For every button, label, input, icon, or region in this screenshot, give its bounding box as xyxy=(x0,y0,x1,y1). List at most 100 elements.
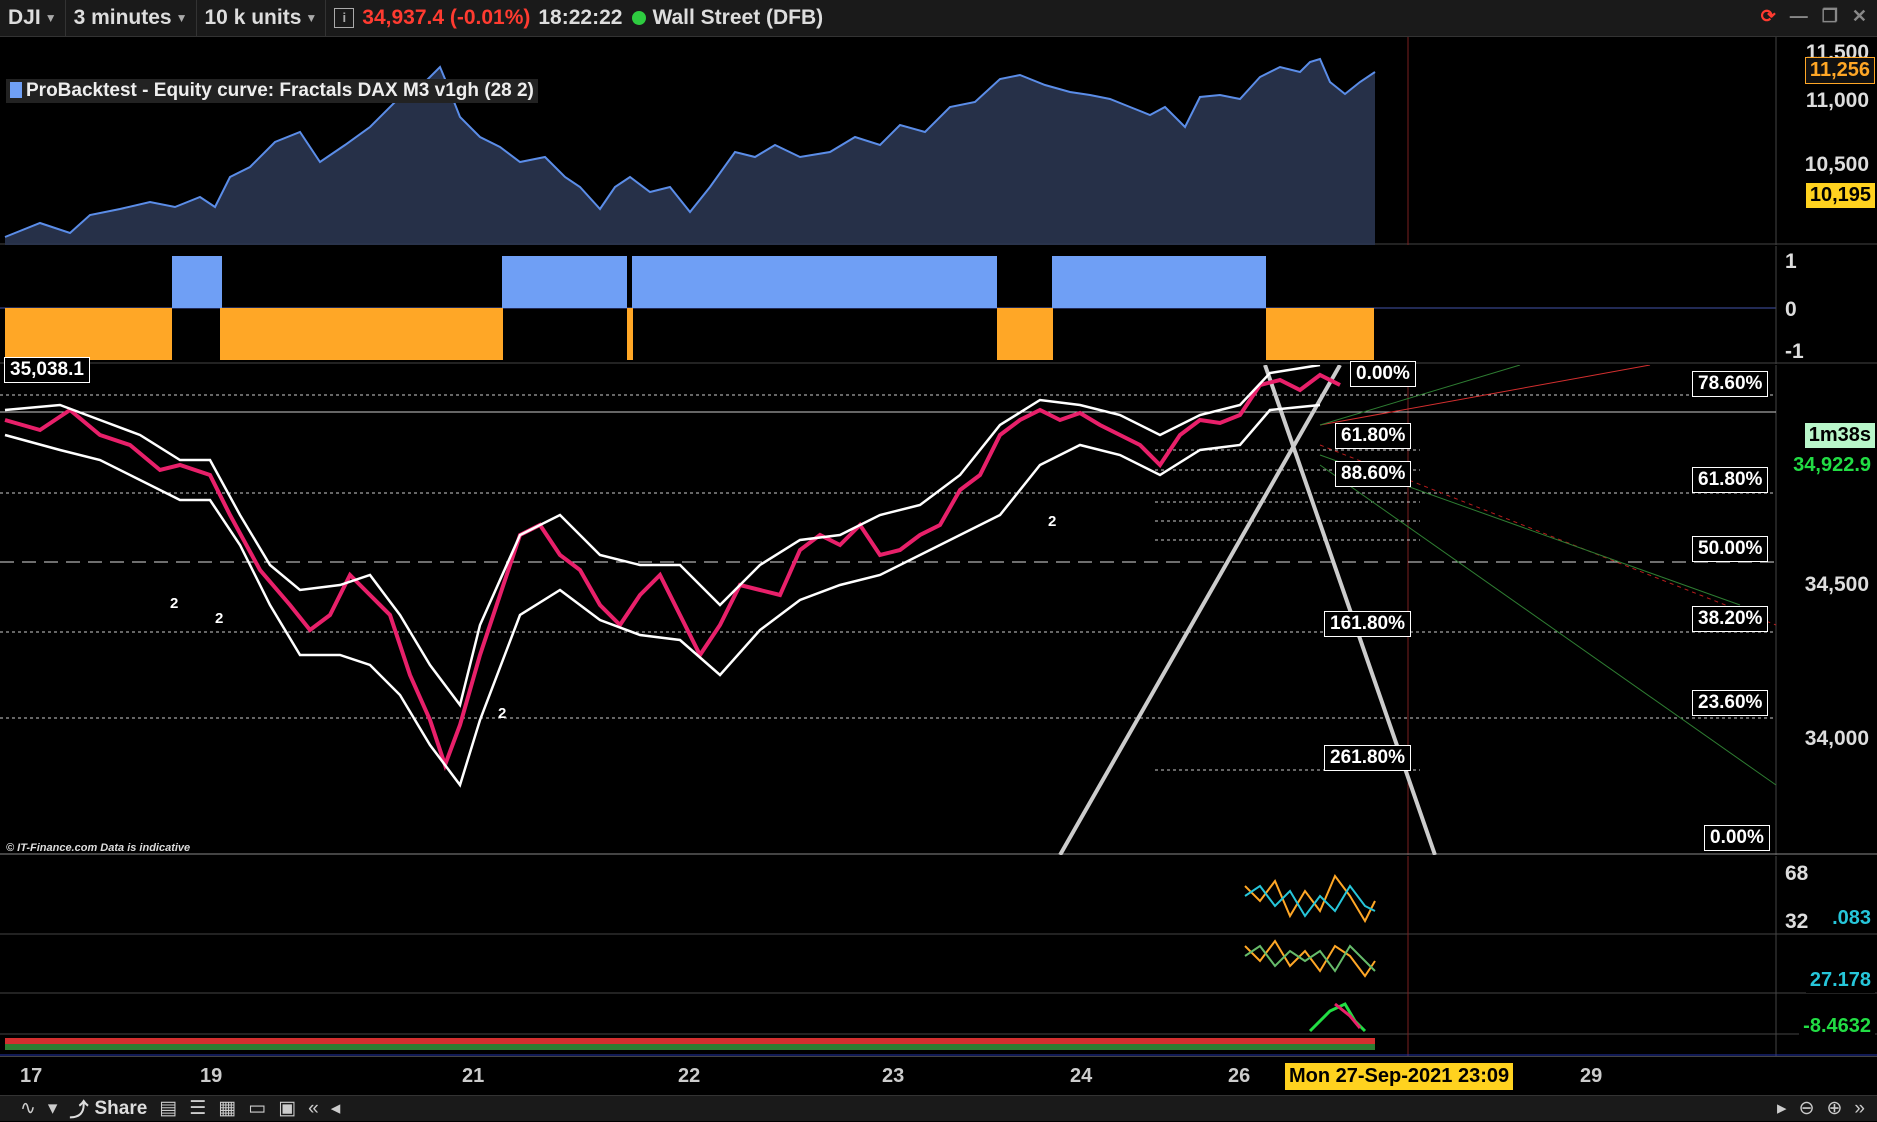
price-pane[interactable]: 35,038.1 0.00% 61.80% 88.60% 161.80% 261… xyxy=(0,357,1877,855)
equity-low-badge: 10,195 xyxy=(1805,183,1875,208)
osc1-axis-tick: 68 xyxy=(1785,862,1809,885)
grid-icon[interactable]: ▦ xyxy=(218,1097,236,1120)
osc2-value: 27.178 xyxy=(1805,968,1875,993)
list-icon[interactable]: ☰ xyxy=(189,1097,206,1120)
equity-curve-pane[interactable]: ProBacktest - Equity curve: Fractals DAX… xyxy=(0,37,1877,245)
time-tick: 17 xyxy=(20,1065,43,1087)
left-arrow-icon[interactable]: ◂ xyxy=(331,1097,341,1120)
position-pane[interactable]: 1 0 -1 xyxy=(0,246,1877,364)
share-label: Share xyxy=(94,1097,148,1119)
fib-level-label: 0.00% xyxy=(1350,361,1416,387)
symbol-select[interactable]: DJI ▼ xyxy=(0,0,66,36)
signal-mark: 2 xyxy=(215,610,224,627)
units-select[interactable]: 10 k units ▼ xyxy=(197,0,327,36)
top-toolbar: DJI ▼ 3 minutes ▼ 10 k units ▼ i 34,937.… xyxy=(0,0,1877,37)
upper-band xyxy=(4,365,1321,708)
indicator-panes[interactable]: 68 32 .083 27.178 -8.4632 xyxy=(0,856,1877,1056)
restore-icon[interactable]: ❐ xyxy=(1822,6,1838,27)
close-icon[interactable]: ✕ xyxy=(1852,6,1867,27)
fib-right-label: 50.00% xyxy=(1692,536,1769,562)
position-chart xyxy=(0,246,1877,364)
fib-level-label: 261.80% xyxy=(1324,745,1412,771)
window-controls: ⟳ — ❐ ✕ xyxy=(1761,6,1867,27)
short-block xyxy=(997,308,1053,360)
price-axis-tick: 34,500 xyxy=(1804,573,1869,596)
fib-level-label: 61.80% xyxy=(1335,423,1412,449)
market-name: Wall Street (DFB) xyxy=(652,6,824,29)
copyright-text: © IT-Finance.com Data is indicative xyxy=(6,842,191,854)
indicator-icon[interactable]: ∿ xyxy=(20,1097,36,1120)
short-block xyxy=(220,308,503,360)
refresh-alert-icon[interactable]: ⟳ xyxy=(1761,6,1776,27)
fib-level-label: 161.80% xyxy=(1324,611,1412,637)
time-tick: 29 xyxy=(1580,1065,1603,1087)
fib-right-label: 23.60% xyxy=(1692,690,1769,716)
share-icon: ⤴ xyxy=(69,1100,89,1121)
indicator-charts xyxy=(0,856,1877,1056)
scroll-right-icon[interactable]: » xyxy=(1854,1098,1865,1120)
bell-icon[interactable] xyxy=(4,351,24,371)
info-icon[interactable]: i xyxy=(334,8,355,28)
series-color-icon xyxy=(10,82,22,98)
time-axis: 17 19 21 22 23 24 26 29 Mon 27-Sep-2021 … xyxy=(0,1056,1877,1095)
long-block xyxy=(172,256,222,308)
price-axis-tick: 34,000 xyxy=(1804,727,1869,750)
equity-current-badge: 11,256 xyxy=(1804,57,1875,84)
position-axis-tick: -1 xyxy=(1785,340,1804,363)
scroll-left-icon[interactable]: « xyxy=(308,1098,319,1120)
last-price-badge: 34,922.9 xyxy=(1789,453,1875,478)
chevron-down-icon[interactable]: ▾ xyxy=(48,1097,58,1120)
units-label: 10 k units xyxy=(204,6,302,29)
fib-right-label: 0.00% xyxy=(1704,825,1770,851)
fib-right-label: 78.60% xyxy=(1692,371,1769,397)
osc1-axis-tick: 32 xyxy=(1785,910,1809,933)
right-arrow-icon[interactable]: ▸ xyxy=(1777,1097,1787,1120)
market-open-icon xyxy=(632,11,647,25)
minimize-icon[interactable]: — xyxy=(1790,6,1808,27)
chevron-down-icon: ▼ xyxy=(175,11,188,25)
bottom-toolbar: ∿ ▾ ⤴ Share ▤ ☰ ▦ ▭ ▣ « ◂ ▸ ⊖ ⊕ » xyxy=(0,1095,1877,1121)
chevron-down-icon: ▼ xyxy=(44,11,57,25)
osc3-value: -8.4632 xyxy=(1799,1014,1875,1039)
time-tick: 26 xyxy=(1228,1065,1251,1087)
zoom-in-icon[interactable]: ⊕ xyxy=(1827,1097,1843,1120)
last-price-change: 34,937.4 (-0.01%) xyxy=(362,6,531,29)
time-tick: 23 xyxy=(882,1065,905,1087)
quote-info: i 34,937.4 (-0.01%) 18:22:22 Wall Street… xyxy=(326,0,831,36)
time-tick: 22 xyxy=(678,1065,701,1087)
position-axis-tick: 0 xyxy=(1785,298,1797,321)
timeframe-select[interactable]: 3 minutes ▼ xyxy=(66,0,197,36)
volume-bars-green xyxy=(5,1044,1375,1050)
short-block xyxy=(1266,308,1374,360)
osc1-line-2 xyxy=(1244,884,1376,918)
position-axis-tick: 1 xyxy=(1785,250,1797,273)
share-button[interactable]: ⤴ Share xyxy=(69,1095,147,1122)
fib-right-label: 38.20% xyxy=(1692,606,1769,632)
signal-mark: 2 xyxy=(1048,513,1057,530)
short-block xyxy=(5,308,172,360)
screen-icon[interactable]: ▭ xyxy=(248,1097,266,1120)
zoom-out-icon[interactable]: ⊖ xyxy=(1799,1097,1815,1120)
equity-title-text: ProBacktest - Equity curve: Fractals DAX… xyxy=(26,80,534,101)
equity-axis-tick: 10,500 xyxy=(1804,153,1869,176)
signal-mark: 2 xyxy=(498,705,507,722)
candle-timer: 1m38s xyxy=(1804,423,1875,448)
layout-icon[interactable]: ▣ xyxy=(278,1097,296,1120)
fib-level-label: 88.60% xyxy=(1335,461,1412,487)
osc1-line xyxy=(1244,874,1376,924)
equity-curve-chart xyxy=(0,37,1877,245)
osc3-line xyxy=(1308,1002,1367,1033)
lower-band xyxy=(4,403,1321,788)
fib-right-label: 61.80% xyxy=(1692,467,1769,493)
price-line xyxy=(4,372,1341,771)
document-icon[interactable]: ▤ xyxy=(159,1097,177,1120)
long-block xyxy=(502,256,627,308)
osc1-value: .083 xyxy=(1828,906,1875,931)
clock-time: 18:22:22 xyxy=(538,6,623,29)
timeframe-label: 3 minutes xyxy=(73,6,172,29)
long-block xyxy=(632,256,997,308)
price-chart xyxy=(0,365,1877,855)
equity-title: ProBacktest - Equity curve: Fractals DAX… xyxy=(6,79,538,103)
chevron-down-icon: ▼ xyxy=(305,11,318,25)
long-block xyxy=(1052,256,1266,308)
